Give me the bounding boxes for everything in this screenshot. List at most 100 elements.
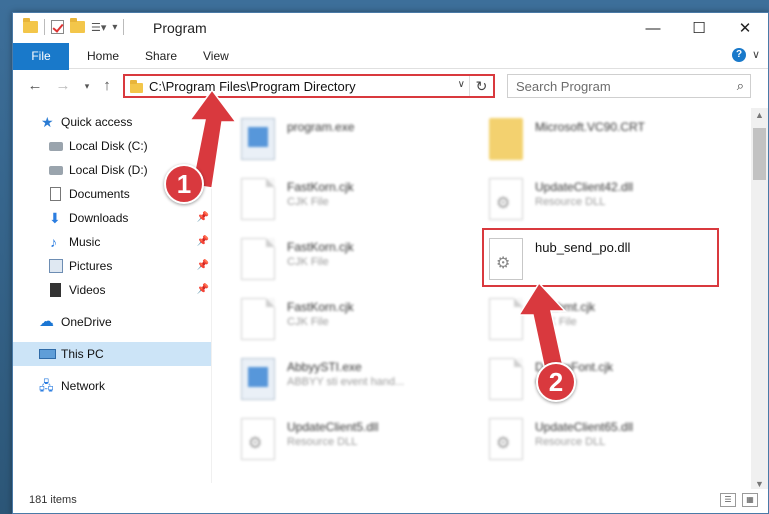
file-item[interactable]: FastKorn.cjk CJK File [235,176,475,226]
properties-icon[interactable] [51,20,64,34]
scroll-down-icon[interactable]: ▼ [755,479,764,489]
nav-item-pictures[interactable]: Pictures 📌 [13,254,211,278]
file-type: CJK File [287,196,329,208]
nav-item-label: Local Disk (C:) [69,139,148,153]
file-name: UpdateClient65.dll [535,420,634,434]
file-item[interactable]: FastKorn.cjk CJK File [235,236,475,286]
window-title: Program [153,20,207,36]
exe-file-icon [241,358,275,400]
dll-file-icon [489,178,523,220]
pin-icon[interactable]: 📌 [197,230,209,254]
file-name: FastKorn.cjk [287,180,354,194]
pin-icon[interactable]: 📌 [197,254,209,278]
close-button[interactable]: ✕ [722,13,768,43]
forward-button[interactable]: → [53,76,73,96]
nav-item-onedrive[interactable]: ☁ OneDrive [13,310,211,334]
pin-icon[interactable]: 📌 [197,278,209,302]
file-type: Resource DLL [535,436,606,448]
up-button[interactable]: ↑ [97,76,117,96]
file-list: program.exe Microsoft.VC90.CRT FastKorn.… [223,108,743,483]
nav-item-label: Quick access [61,115,133,129]
new-folder-icon[interactable] [70,18,85,33]
file-name: FastKorn.cjk [287,240,354,254]
toolbar-separator [44,19,45,35]
generic-file-icon [241,238,275,280]
nav-item-label: OneDrive [61,315,112,329]
nav-item-label: Network [61,379,106,393]
address-dropdown-icon[interactable]: ∨ [458,79,465,90]
file-item[interactable]: UpdateClient5.dll Resource DLL [235,416,475,466]
pin-icon[interactable]: 📌 [197,206,209,230]
maximize-button[interactable]: ☐ [676,13,722,43]
item-count: 181 items [29,494,77,506]
scroll-up-icon[interactable]: ▲ [755,110,764,120]
nav-item-label: Videos [69,283,106,297]
file-name: FastKorn.cjk [287,300,354,314]
exe-file-icon [241,118,275,160]
nav-item-label: Local Disk (D:) [69,163,148,177]
folder-icon [23,18,38,33]
nav-item-music[interactable]: ♪ Music 📌 [13,230,211,254]
back-button[interactable]: ← [25,76,45,96]
file-item[interactable]: Microsoft.VC90.CRT [483,116,723,166]
drive-icon [49,142,63,151]
file-type: ABBYY sti event hand... [287,376,405,388]
nav-item-label: This PC [61,347,104,361]
file-item[interactable]: program.exe [235,116,475,166]
title-bar: ☰▾ ▾ Program — ☐ ✕ [13,13,768,43]
documents-icon [50,187,61,201]
recent-locations-button[interactable]: ▾ [77,76,97,96]
quick-access-toolbar: ☰▾ ▾ [23,18,125,35]
file-item[interactable]: AbbyySTI.exe ABBYY sti event hand... [235,356,475,406]
this-pc-icon [39,349,56,359]
file-item[interactable]: UpdateClient42.dll Resource DLL [483,176,723,226]
file-item[interactable]: FastKorn.cjk CJK File [235,296,475,346]
download-icon: ⬇ [49,210,61,226]
step-1-badge: 1 [164,164,204,204]
scrollbar-thumb[interactable] [753,128,766,180]
drive-icon [49,166,63,175]
dll-file-icon [489,418,523,460]
file-name: UpdateClient42.dll [535,180,634,194]
search-input[interactable]: Search Program [516,79,611,94]
star-icon: ★ [41,114,54,130]
file-name: AbbyySTI.exe [287,360,362,374]
file-name: UpdateClient5.dll [287,420,379,434]
file-type: Resource DLL [287,436,358,448]
refresh-button[interactable]: ↻ [469,76,493,96]
step-2-badge: 2 [536,362,576,402]
nav-item-videos[interactable]: Videos 📌 [13,278,211,302]
videos-icon [50,283,61,297]
nav-item-network[interactable]: 🖧 Network [13,374,211,398]
generic-file-icon [241,178,275,220]
toolbar-separator [123,19,125,35]
nav-item-label: Music [69,235,101,249]
help-icon[interactable]: ? [732,48,746,62]
expand-ribbon-icon[interactable]: ∨ [752,48,760,61]
search-box[interactable]: Search Program ⌕ [507,74,751,98]
customize-toolbar-icon[interactable]: ☰▾ [91,21,106,34]
tab-home[interactable]: Home [75,43,131,69]
nav-item-label: Pictures [69,259,113,273]
search-icon[interactable]: ⌕ [737,78,744,94]
generic-file-icon [241,298,275,340]
vertical-scrollbar[interactable]: ▲ ▼ [751,108,768,491]
minimize-button[interactable]: — [630,13,676,43]
nav-item-this-pc[interactable]: This PC [13,342,211,366]
details-view-icon[interactable]: ☰ [720,493,736,507]
nav-item-label: Downloads [69,211,129,225]
ribbon-tabs: File Home Share View ? ∨ [13,43,768,93]
view-toggle: ☰ ▦ [720,493,758,507]
file-type: Resource DLL [535,196,606,208]
network-icon: 🖧 [39,378,54,393]
folder-icon [489,118,523,160]
folder-icon [130,80,143,93]
large-icons-view-icon[interactable]: ▦ [742,493,758,507]
file-type: CJK File [287,316,329,328]
toolbar-dropdown-icon[interactable]: ▾ [112,22,117,33]
status-bar: 181 items ☰ ▦ [13,489,768,513]
pictures-icon [49,259,63,273]
file-item[interactable]: UpdateClient65.dll Resource DLL [483,416,723,466]
nav-item-downloads[interactable]: ⬇ Downloads 📌 [13,206,211,230]
onedrive-icon: ☁ [39,313,54,330]
